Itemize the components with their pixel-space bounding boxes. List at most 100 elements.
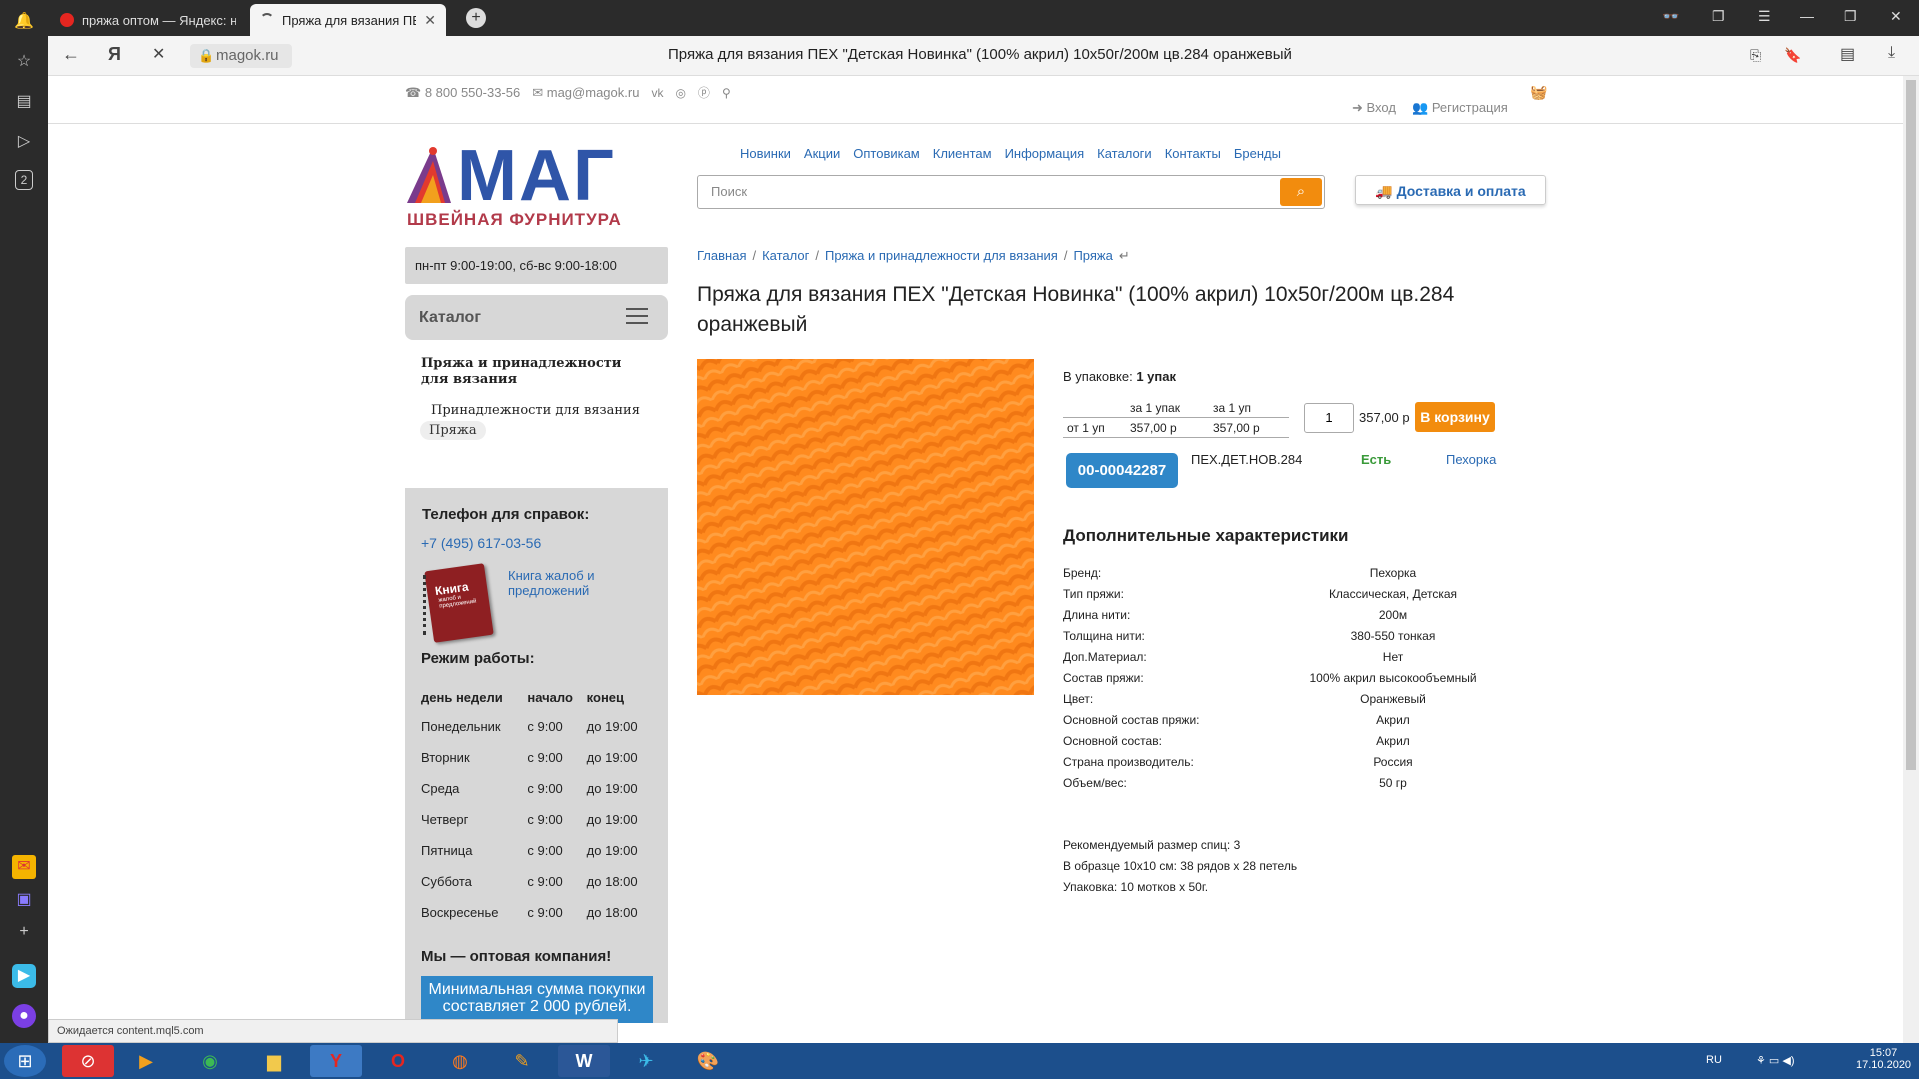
search-input[interactable]	[697, 175, 1325, 209]
end-cell: до 18:00	[586, 874, 638, 889]
breadcrumb-separator: /	[1063, 248, 1068, 263]
location-icon[interactable]: ⚲	[722, 86, 731, 100]
restore-icon[interactable]: ❐	[1844, 8, 1857, 25]
language-indicator[interactable]: RU	[1706, 1054, 1722, 1066]
email-link[interactable]: ✉ mag@magok.ru	[532, 85, 639, 101]
stop-loading-button[interactable]: ✕	[152, 44, 165, 64]
product-image[interactable]	[697, 359, 1034, 695]
taskbar-firefox-icon[interactable]: ◍	[434, 1045, 486, 1077]
category-item-yarn[interactable]: Пряжа	[420, 421, 486, 440]
search-placeholder: Поиск	[711, 184, 748, 199]
phone-link[interactable]: ☎ 8 800 550-33-56	[405, 85, 520, 101]
yandex-home-icon[interactable]: Я	[108, 44, 121, 65]
bookmarks-star-icon[interactable]: ☆	[12, 50, 36, 74]
breadcrumb-home[interactable]: Главная	[697, 248, 746, 264]
breadcrumb-separator: /	[815, 248, 819, 263]
nav-item-contacts[interactable]: Контакты	[1165, 146, 1221, 161]
taskbar-chrome-icon[interactable]: ◉	[184, 1045, 236, 1077]
phone-heading: Телефон для справок:	[422, 506, 590, 523]
clock[interactable]: 15:07 17.10.2020	[1856, 1047, 1911, 1071]
close-window-icon[interactable]: ✕	[1890, 8, 1902, 25]
category-title[interactable]: Пряжа и принадлежности для вязания	[421, 356, 636, 388]
taskbar-yandex-browser-icon[interactable]: Y	[310, 1045, 362, 1077]
alice-icon[interactable]: ●	[12, 1004, 36, 1028]
pinterest-icon[interactable]: ⓟ	[698, 84, 710, 101]
delivery-button[interactable]: 🚚 Доставка и оплата	[1355, 175, 1546, 205]
brand-link[interactable]: Пехорка	[1446, 452, 1496, 467]
menu-icon[interactable]: ☰	[1758, 8, 1771, 25]
add-to-cart-button[interactable]: В корзину	[1415, 402, 1495, 432]
glasses-icon[interactable]: 👓	[1662, 8, 1679, 25]
complaint-book-image[interactable]: Книга жалоб и предложений	[421, 563, 497, 643]
quantity-input[interactable]: 1	[1304, 403, 1354, 433]
minimize-icon[interactable]: —	[1800, 8, 1814, 24]
back-button[interactable]: ←	[62, 44, 80, 65]
tab-search[interactable]: пряжа оптом — Яндекс: н	[50, 4, 246, 36]
close-tab-icon[interactable]: ✕	[424, 12, 436, 29]
min-order-banner: Минимальная сумма покупки составляет 2 0…	[421, 976, 653, 1023]
taskbar-app-icon[interactable]: ⊘	[62, 1045, 114, 1077]
taskbar-player-icon[interactable]: ▶	[120, 1045, 172, 1077]
register-link[interactable]: 👥 Регистрация	[1412, 100, 1508, 116]
taskbar-tool-icon[interactable]: ✎	[496, 1045, 548, 1077]
taskbar-paint-icon[interactable]: 🎨	[682, 1045, 734, 1077]
url-field[interactable]: 🔒 magok.ru	[190, 44, 292, 68]
start-button[interactable]: ⊞	[4, 1045, 46, 1077]
app-icon[interactable]: ▶	[12, 964, 36, 988]
address-bar: ← Я ✕ 🔒 magok.ru Пряжа для вязания ПЕХ "…	[48, 36, 1919, 76]
description-line: Упаковка: 10 мотков х 50г.	[1063, 880, 1209, 894]
table-row: Воскресенье с 9:00 до 18:00	[421, 897, 653, 928]
nav-item-new[interactable]: Новинки	[740, 146, 791, 161]
login-link[interactable]: ➜ Вход	[1352, 100, 1396, 116]
char-row: Цвет: Оранжевый	[1063, 692, 1426, 706]
breadcrumb-return-icon[interactable]: ↵	[1119, 248, 1130, 264]
notifications-icon[interactable]: 🔔	[12, 10, 36, 34]
breadcrumb: Главная / Каталог / Пряжа и принадлежности…	[697, 248, 1130, 264]
breadcrumb-yarn[interactable]: Пряжа	[1073, 248, 1112, 264]
bookmark-manager-icon[interactable]: ❐	[1712, 8, 1725, 25]
logo-brand-text: МАГ	[457, 136, 616, 216]
scrollbar-thumb[interactable]	[1906, 80, 1916, 770]
nav-item-info[interactable]: Информация	[1005, 146, 1085, 161]
start-cell: с 9:00	[527, 750, 563, 765]
complaint-book-link[interactable]: Книга жалоб и предложений	[508, 568, 618, 598]
nav-item-sales[interactable]: Акции	[804, 146, 840, 161]
browser-status-bar: Ожидается content.mql5.com	[48, 1019, 618, 1043]
taskbar-explorer-icon[interactable]: ▆	[248, 1045, 300, 1077]
breadcrumb-category[interactable]: Пряжа и принадлежности для вязания	[825, 248, 1058, 264]
cart-icon[interactable]: 🧺	[1530, 84, 1547, 101]
instagram-icon[interactable]: ◎	[675, 86, 685, 100]
new-tab-button[interactable]: +	[466, 8, 486, 28]
taskbar-word-icon[interactable]: W	[558, 1045, 610, 1077]
reader-icon[interactable]: ▤	[1840, 44, 1855, 64]
taskbar-opera-icon[interactable]: O	[372, 1045, 424, 1077]
nav-item-clients[interactable]: Клиентам	[933, 146, 992, 161]
truck-icon: 🚚	[1375, 183, 1393, 199]
play-icon[interactable]: ▷	[12, 130, 36, 154]
sku-badge: 00-00042287	[1066, 453, 1178, 488]
hamburger-icon[interactable]	[626, 308, 648, 325]
nav-item-brands[interactable]: Бренды	[1234, 146, 1281, 161]
nav-item-catalogs[interactable]: Каталоги	[1097, 146, 1152, 161]
sidebar-phone-link[interactable]: +7 (495) 617-03-56	[421, 535, 541, 551]
char-row: Состав пряжи: 100% акрил высокообъемный	[1063, 671, 1477, 685]
search-button[interactable]: ⌕	[1280, 178, 1322, 206]
breadcrumb-catalog[interactable]: Каталог	[762, 248, 809, 264]
site-logo[interactable]: МАГ ШВЕЙНАЯ ФУРНИТУРА	[405, 136, 667, 231]
messenger-icon[interactable]: ▣	[12, 888, 36, 912]
downloads-icon[interactable]: ⤓	[1888, 44, 1895, 62]
taskbar-telegram-icon[interactable]: ✈	[620, 1045, 672, 1077]
char-row: Страна производитель: Россия	[1063, 755, 1413, 769]
tabs-counter-icon[interactable]: 2	[15, 170, 33, 190]
bookmark-icon[interactable]: 🔖	[1784, 47, 1801, 64]
nav-item-wholesale[interactable]: Оптовикам	[853, 146, 920, 161]
category-item-accessories[interactable]: Принадлежности для вязания	[431, 403, 640, 418]
add-panel-icon[interactable]: +	[12, 920, 36, 944]
translate-icon[interactable]: ⎘	[1750, 47, 1761, 64]
tray-icons[interactable]: ⚘ ▭ ◀)	[1756, 1054, 1795, 1067]
vk-icon[interactable]: vk	[651, 86, 663, 100]
tab-product[interactable]: Пряжа для вязания ПЕ ✕	[250, 4, 446, 36]
mail-icon[interactable]: ✉	[12, 855, 36, 879]
collections-icon[interactable]: ▤	[12, 90, 36, 114]
char-row: Доп.Материал: Нет	[1063, 650, 1404, 664]
